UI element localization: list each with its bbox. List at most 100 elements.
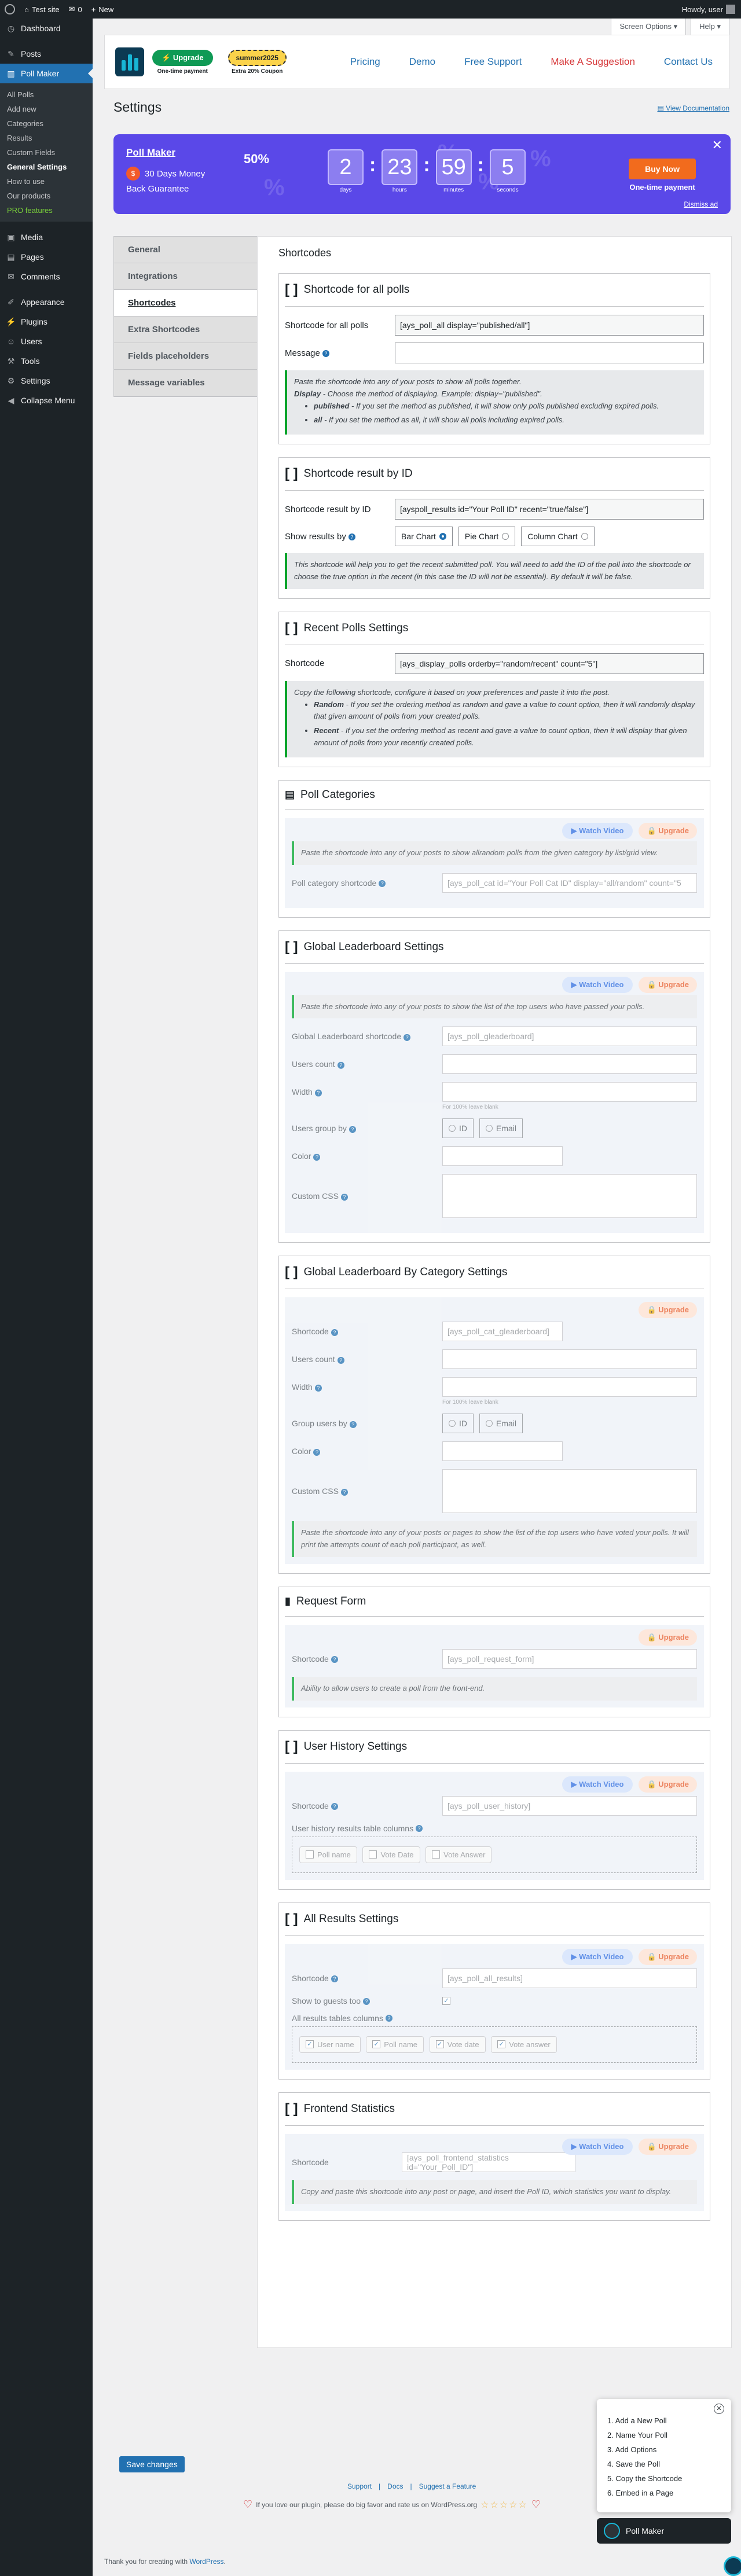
users-count-input[interactable] [442, 1349, 697, 1370]
sidebar-item-appearance[interactable]: ✐ Appearance [0, 292, 93, 312]
watch-video-button[interactable]: ▶ Watch Video [562, 822, 633, 839]
submenu-how-to-use[interactable]: How to use [0, 174, 93, 189]
upgrade-button[interactable]: 🔒 Upgrade [639, 1629, 697, 1646]
submenu-pro-features[interactable]: PRO features [0, 203, 93, 218]
help-icon[interactable]: ? [349, 1125, 356, 1133]
view-documentation-link[interactable]: ▤ View Documentation [657, 104, 729, 112]
radio-bar-chart[interactable]: Bar Chart [395, 527, 453, 547]
checklist-item[interactable]: 5. Copy the Shortcode [607, 2474, 723, 2483]
submenu-custom-fields[interactable]: Custom Fields [0, 145, 93, 160]
nav-free-support[interactable]: Free Support [464, 56, 522, 68]
tab-extra-shortcodes[interactable]: Extra Shortcodes [114, 317, 269, 343]
column-chip[interactable]: Vote Date [362, 1846, 420, 1863]
watch-video-button[interactable]: ▶ Watch Video [562, 976, 633, 993]
checklist-item[interactable]: 4. Save the Poll [607, 2460, 723, 2468]
frontend-statistics-shortcode-input[interactable]: [ays_poll_frontend_statistics id="Your_P… [402, 2152, 575, 2172]
column-chip[interactable]: Vote Answer [425, 1846, 492, 1863]
request-form-shortcode-input[interactable]: [ays_poll_request_form] [442, 1648, 697, 1669]
collapse-menu-button[interactable]: ◀ Collapse Menu [0, 391, 93, 410]
help-icon[interactable]: ? [403, 1033, 411, 1041]
help-icon[interactable]: ? [322, 349, 329, 357]
users-count-input[interactable] [442, 1054, 697, 1074]
column-chip[interactable]: ✓ Vote date [429, 2036, 486, 2053]
close-icon[interactable]: ✕ [714, 2404, 724, 2414]
help-icon[interactable]: ? [337, 1061, 344, 1069]
new-content-link[interactable]: + New [87, 0, 119, 19]
help-icon[interactable]: ? [379, 879, 386, 887]
sidebar-item-media[interactable]: ▣ Media [0, 227, 93, 247]
checklist-item[interactable]: 3. Add Options [607, 2445, 723, 2454]
site-name-link[interactable]: ⌂ Test site [20, 0, 64, 19]
sidebar-item-tools[interactable]: ⚒ Tools [0, 351, 93, 371]
recent-polls-shortcode-input[interactable] [395, 653, 704, 674]
help-icon[interactable]: ? [349, 1421, 357, 1428]
submenu-general-settings[interactable]: General Settings [0, 160, 93, 174]
sidebar-item-settings[interactable]: ⚙ Settings [0, 371, 93, 391]
help-icon[interactable]: ? [340, 1488, 348, 1496]
tab-general[interactable]: General [114, 237, 269, 263]
submenu-our-products[interactable]: Our products [0, 189, 93, 203]
width-input[interactable] [442, 1377, 697, 1397]
tab-message-variables[interactable]: Message variables [114, 370, 269, 396]
dismiss-ad-link[interactable]: Dismiss ad [684, 200, 718, 208]
sidebar-item-poll-maker[interactable]: ▥ Poll Maker [0, 64, 93, 83]
radio-pie-chart[interactable]: Pie Chart [458, 527, 516, 547]
width-input[interactable] [442, 1082, 697, 1102]
help-icon[interactable]: ? [331, 1803, 338, 1810]
submenu-add-new[interactable]: Add new [0, 102, 93, 116]
sidebar-item-dashboard[interactable]: ◷ Dashboard [0, 19, 93, 38]
upgrade-button[interactable]: 🔒 Upgrade [639, 1948, 697, 1965]
help-icon[interactable]: ? [331, 1329, 338, 1336]
leaderboard-shortcode-input[interactable]: [ays_poll_gleaderboard] [442, 1026, 697, 1047]
submenu-categories[interactable]: Categories [0, 116, 93, 131]
help-icon[interactable]: ? [348, 533, 355, 540]
help-icon[interactable]: ? [363, 1998, 370, 2005]
message-input[interactable] [395, 343, 704, 363]
color-input[interactable] [442, 1441, 563, 1462]
poll-maker-helper-bar[interactable]: Poll Maker [597, 2518, 731, 2544]
nav-pricing[interactable]: Pricing [350, 56, 380, 68]
upgrade-button[interactable]: ⚡ Upgrade [152, 49, 213, 66]
show-guests-checkbox[interactable]: ✓ [442, 1996, 450, 2005]
upgrade-button[interactable]: 🔒 Upgrade [639, 1302, 697, 1319]
docs-link[interactable]: Docs [387, 2482, 403, 2490]
tab-shortcodes[interactable]: Shortcodes [114, 290, 269, 317]
help-icon[interactable]: ? [337, 1356, 344, 1364]
all-results-shortcode-input[interactable]: [ays_poll_all_results] [442, 1968, 697, 1988]
custom-css-textarea[interactable] [442, 1469, 697, 1514]
upgrade-button[interactable]: 🔒 Upgrade [639, 822, 697, 839]
category-leaderboard-shortcode-input[interactable]: [ays_poll_cat_gleaderboard] [442, 1322, 563, 1342]
nav-contact-us[interactable]: Contact Us [664, 56, 713, 68]
help-icon[interactable]: ? [313, 1153, 321, 1161]
column-chip[interactable]: ✓ Poll name [366, 2036, 424, 2053]
upgrade-button[interactable]: 🔒 Upgrade [639, 976, 697, 993]
help-icon[interactable]: ? [313, 1448, 321, 1456]
category-shortcode-input[interactable]: [ays_poll_cat id="Your Poll Cat ID" disp… [442, 873, 697, 893]
help-icon[interactable]: ? [340, 1193, 348, 1201]
radio-email[interactable]: Email [479, 1414, 523, 1434]
sidebar-item-pages[interactable]: ▤ Pages [0, 247, 93, 267]
checklist-item[interactable]: 2. Name Your Poll [607, 2431, 723, 2439]
screen-options-button[interactable]: Screen Options ▾ [611, 19, 687, 35]
upgrade-button[interactable]: 🔒 Upgrade [639, 2138, 697, 2155]
radio-email[interactable]: Email [479, 1118, 523, 1139]
upgrade-button[interactable]: 🔒 Upgrade [639, 1776, 697, 1793]
support-link[interactable]: Support [347, 2482, 372, 2490]
submenu-all-polls[interactable]: All Polls [0, 87, 93, 102]
help-icon[interactable]: ? [331, 1975, 338, 1983]
help-icon[interactable]: ? [331, 1656, 338, 1664]
help-button[interactable]: Help ▾ [691, 19, 729, 35]
submenu-results[interactable]: Results [0, 131, 93, 145]
help-icon[interactable]: ? [314, 1384, 322, 1392]
suggest-feature-link[interactable]: Suggest a Feature [419, 2482, 476, 2490]
user-history-shortcode-input[interactable]: [ays_poll_user_history] [442, 1795, 697, 1816]
checklist-item[interactable]: 1. Add a New Poll [607, 2416, 723, 2425]
help-icon[interactable]: ? [416, 1824, 423, 1832]
comments-link[interactable]: ✉ 0 [64, 0, 87, 19]
wp-logo-menu[interactable] [0, 0, 20, 19]
checklist-item[interactable]: 6. Embed in a Page [607, 2489, 723, 2497]
sidebar-item-users[interactable]: ☺ Users [0, 332, 93, 351]
sidebar-item-posts[interactable]: ✎ Posts [0, 44, 93, 64]
promo-plugin-name[interactable]: Poll Maker [126, 147, 175, 159]
watch-video-button[interactable]: ▶ Watch Video [562, 1948, 633, 1965]
